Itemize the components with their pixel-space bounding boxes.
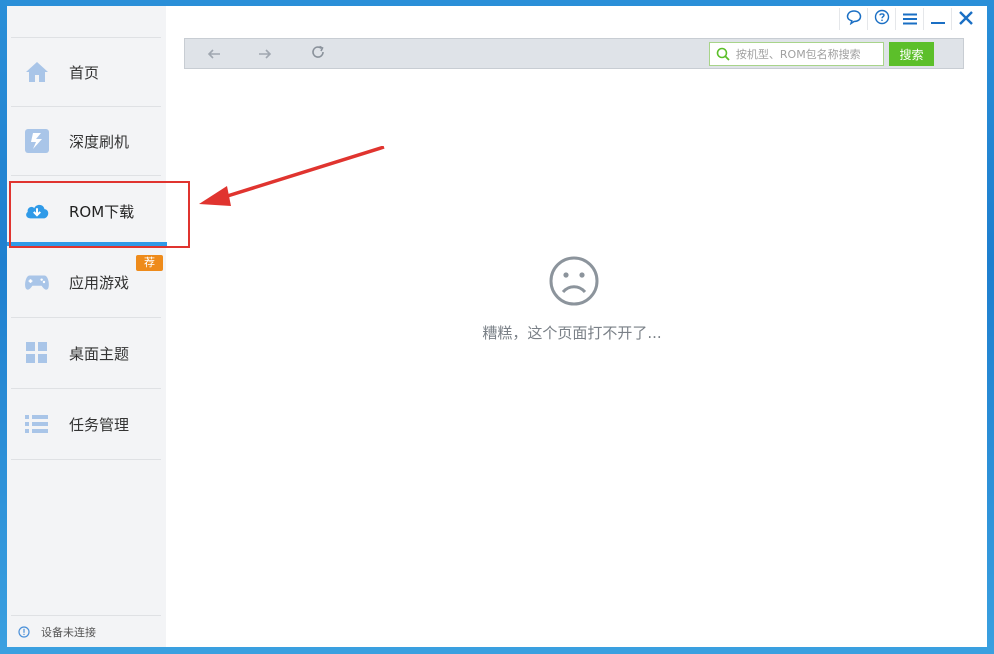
titlebar-controls [839, 8, 979, 30]
menu-icon [903, 10, 917, 29]
sidebar-item-label: 深度刷机 [69, 131, 129, 152]
search-input[interactable] [736, 44, 883, 64]
refresh-icon [310, 44, 326, 64]
arrow-right-icon [258, 45, 272, 64]
help-button[interactable] [867, 8, 895, 30]
sad-face-icon [549, 256, 599, 306]
feedback-button[interactable] [839, 8, 867, 30]
menu-button[interactable] [895, 8, 923, 30]
error-text: 糟糕，这个页面打不开了... [407, 322, 737, 343]
sidebar-item-label: 首页 [69, 62, 99, 83]
sidebar-item-tasks[interactable]: 任务管理 [11, 389, 161, 459]
connection-status: 设备未连接 [11, 615, 161, 647]
refresh-button[interactable] [307, 44, 329, 64]
sidebar-item-label: 桌面主题 [69, 343, 129, 364]
search-icon [714, 45, 732, 63]
back-button[interactable] [203, 44, 225, 64]
minimize-button[interactable] [923, 8, 951, 30]
search-button[interactable]: 搜索 [889, 42, 934, 66]
sidebar-item-apps-games[interactable]: 应用游戏 荐 [11, 247, 161, 317]
list-icon [24, 411, 50, 437]
minimize-icon [931, 10, 945, 29]
highlight-box [9, 181, 190, 248]
search-box [709, 42, 884, 66]
help-icon [874, 9, 890, 29]
sidebar-item-label: 应用游戏 [69, 272, 129, 293]
close-icon [959, 10, 973, 29]
forward-button[interactable] [254, 44, 276, 64]
home-icon [24, 59, 50, 85]
sidebar-nav: 首页 深度刷机 ROM下载 应用游戏 [11, 37, 161, 460]
app-window: 首页 深度刷机 ROM下载 应用游戏 [7, 6, 987, 647]
status-text: 设备未连接 [41, 624, 96, 640]
grid-icon [24, 340, 50, 366]
info-icon [17, 625, 31, 639]
feedback-icon [846, 9, 862, 29]
divider [11, 459, 161, 460]
sidebar: 首页 深度刷机 ROM下载 应用游戏 [7, 6, 166, 647]
recommend-badge: 荐 [136, 255, 163, 271]
flash-icon [24, 128, 50, 154]
close-button[interactable] [951, 8, 979, 30]
sidebar-item-themes[interactable]: 桌面主题 [11, 318, 161, 388]
sidebar-item-flash[interactable]: 深度刷机 [11, 107, 161, 175]
browser-toolbar: 搜索 [184, 38, 964, 69]
sidebar-item-home[interactable]: 首页 [11, 38, 161, 106]
sidebar-item-label: 任务管理 [69, 414, 129, 435]
gamepad-icon [24, 269, 50, 295]
arrow-left-icon [207, 45, 221, 64]
annotation-arrow [197, 146, 387, 216]
